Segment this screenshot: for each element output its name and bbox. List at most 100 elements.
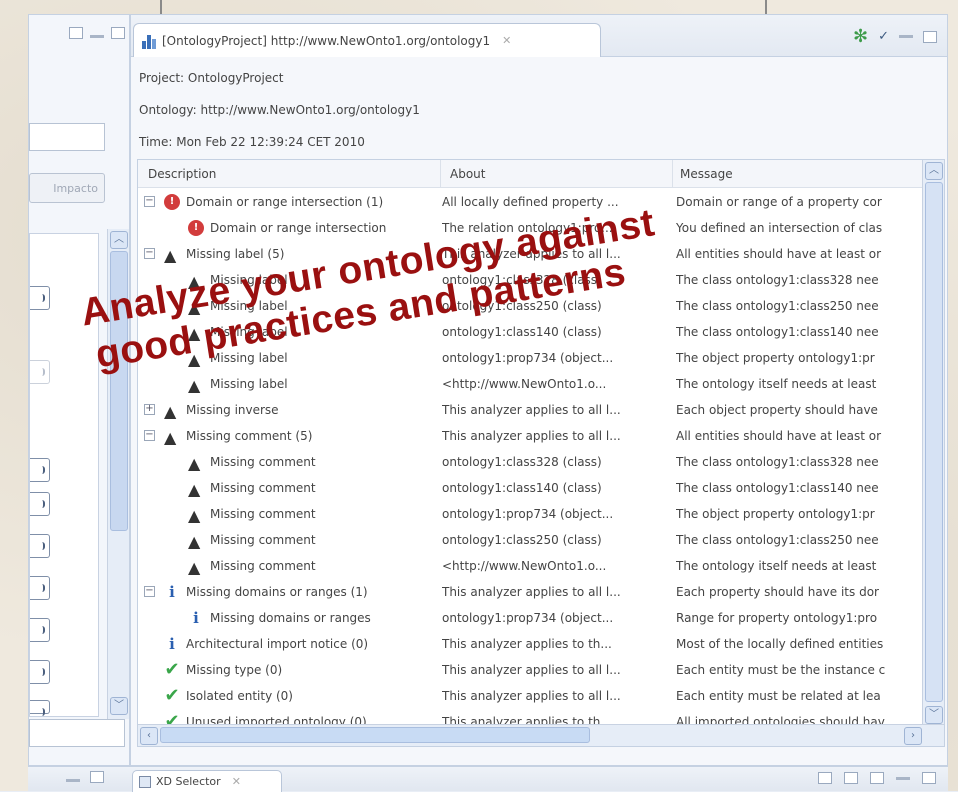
- gear-icon[interactable]: ✻: [853, 27, 868, 45]
- table-row[interactable]: − ▲ Missing comment (5) This analyzer appli…: [138, 424, 923, 450]
- row-description: Missing comment (5): [186, 429, 313, 443]
- table-row[interactable]: − i Missing domains or ranges (1) This anal…: [138, 580, 923, 606]
- maximize-icon[interactable]: [111, 27, 125, 39]
- left-panel: Impacto ︿ ﹀: [28, 14, 130, 766]
- check-icon: ✔: [164, 659, 180, 680]
- scroll-thumb[interactable]: [925, 182, 943, 702]
- sort-icon[interactable]: [870, 772, 884, 784]
- warning-icon: ▲: [164, 428, 177, 447]
- collapse-icon[interactable]: −: [144, 430, 155, 441]
- combo-icon[interactable]: [30, 360, 50, 384]
- combo-icon[interactable]: [30, 700, 50, 716]
- column-header-message[interactable]: Message: [680, 167, 733, 181]
- expand-icon[interactable]: +: [144, 404, 155, 415]
- row-description: Domain or range intersection: [210, 221, 387, 235]
- close-icon[interactable]: ✕: [232, 775, 241, 788]
- column-header-description[interactable]: Description: [148, 167, 216, 181]
- combo-icon[interactable]: [30, 618, 50, 642]
- row-about: ontology1:class250 (class): [442, 533, 602, 547]
- row-about: ontology1:prop734 (object...: [442, 507, 614, 521]
- minimize-icon[interactable]: [896, 777, 910, 780]
- editor-tab-title: [OntologyProject] http://www.NewOnto1.or…: [162, 33, 491, 48]
- row-message: The class ontology1:class250 nee: [676, 299, 879, 313]
- table-row[interactable]: i Architectural import notice (0) This ana…: [138, 632, 923, 658]
- xd-selector-icon: [139, 775, 151, 788]
- maximize-icon[interactable]: [923, 30, 937, 43]
- row-message: Each entity must be the instance c: [676, 663, 886, 677]
- table-row[interactable]: ▲ Missing comment ontology1:class328 (clas…: [138, 450, 923, 476]
- collapse-icon[interactable]: −: [144, 586, 155, 597]
- table-row[interactable]: ▲ Missing comment ontology1:prop734 (objec…: [138, 502, 923, 528]
- row-about: ontology1:class140 (class): [442, 325, 602, 339]
- scroll-up-icon[interactable]: ︿: [110, 231, 128, 249]
- validate-icon[interactable]: ✓: [878, 29, 889, 44]
- warning-icon: ▲: [188, 376, 201, 395]
- row-description: Missing domains or ranges (1): [186, 585, 368, 599]
- row-description: Missing domains or ranges: [210, 611, 371, 625]
- row-description: Isolated entity (0): [186, 689, 293, 703]
- maximize-icon[interactable]: [922, 772, 936, 784]
- combo-icon[interactable]: [30, 492, 50, 516]
- scroll-left-icon[interactable]: ‹: [140, 727, 158, 745]
- combo-icon[interactable]: [30, 660, 50, 684]
- minimize-icon[interactable]: [899, 35, 913, 38]
- filter-icon[interactable]: [844, 772, 858, 784]
- row-about: This analyzer applies to all l...: [442, 585, 621, 599]
- row-description: Missing type (0): [186, 663, 283, 677]
- table-horizontal-scrollbar[interactable]: ‹ ›: [138, 724, 944, 746]
- combo-icon[interactable]: [30, 576, 50, 600]
- row-message: All entities should have at least or: [676, 429, 882, 443]
- scroll-down-icon[interactable]: ﹀: [110, 697, 128, 715]
- row-description: Missing comment: [210, 455, 316, 469]
- chart-icon: [142, 33, 158, 49]
- combo-icon[interactable]: [30, 458, 50, 482]
- row-message: Most of the locally defined entities: [676, 637, 884, 651]
- left-panel-toolbar: [69, 27, 125, 39]
- warning-icon: ▲: [164, 402, 177, 421]
- scroll-up-icon[interactable]: ︿: [925, 162, 943, 180]
- error-icon: !: [188, 220, 204, 236]
- combo-icon[interactable]: [30, 286, 50, 310]
- maximize-icon[interactable]: [90, 771, 104, 783]
- editor-tab[interactable]: [OntologyProject] http://www.NewOnto1.or…: [133, 23, 601, 57]
- table-row[interactable]: i Missing domains or ranges ontology1:prop…: [138, 606, 923, 632]
- table-vertical-scrollbar[interactable]: ︿ ﹀: [922, 160, 944, 726]
- minimize-icon[interactable]: [90, 34, 104, 38]
- left-text-field[interactable]: [29, 123, 105, 151]
- table-row[interactable]: ✔ Isolated entity (0) This analyzer applie…: [138, 684, 923, 710]
- row-message: The class ontology1:class140 nee: [676, 325, 879, 339]
- bottom-view-bar: XD Selector ✕: [28, 766, 948, 792]
- row-description: Missing comment: [210, 481, 316, 495]
- table-row[interactable]: ▲ Missing comment <http://www.NewOnto1.o..…: [138, 554, 923, 580]
- close-icon[interactable]: ✕: [502, 34, 511, 47]
- xd-selector-tab[interactable]: XD Selector ✕: [132, 770, 282, 792]
- table-row[interactable]: ▲ Missing label <http://www.NewOnto1.o... T…: [138, 372, 923, 398]
- ontology-analysis-view: [OntologyProject] http://www.NewOnto1.or…: [130, 14, 948, 766]
- combo-icon[interactable]: [30, 534, 50, 558]
- table-row[interactable]: ✔ Missing type (0) This analyzer applies t…: [138, 658, 923, 684]
- row-message: Each entity must be related at lea: [676, 689, 881, 703]
- scroll-down-icon[interactable]: ﹀: [925, 706, 943, 724]
- column-header-about[interactable]: About: [450, 167, 485, 181]
- row-about: This analyzer applies to all l...: [442, 403, 621, 417]
- warning-icon: ▲: [188, 532, 201, 551]
- table-row[interactable]: + ▲ Missing inverse This analyzer applies t…: [138, 398, 923, 424]
- row-about: ontology1:prop734 (object...: [442, 351, 614, 365]
- scroll-thumb[interactable]: [160, 727, 590, 743]
- collapse-icon[interactable]: −: [144, 196, 155, 207]
- row-about: ontology1:class140 (class): [442, 481, 602, 495]
- edit-icon[interactable]: [69, 27, 83, 39]
- scroll-right-icon[interactable]: ›: [904, 727, 922, 745]
- view-icon[interactable]: [818, 772, 832, 784]
- table-row[interactable]: ▲ Missing comment ontology1:class140 (clas…: [138, 476, 923, 502]
- table-row[interactable]: ▲ Missing comment ontology1:class250 (clas…: [138, 528, 923, 554]
- row-message: The ontology itself needs at least: [676, 559, 877, 573]
- bottom-toolbar: [818, 772, 936, 784]
- left-panel-button[interactable]: Impacto: [29, 173, 105, 203]
- row-message: The class ontology1:class140 nee: [676, 481, 879, 495]
- row-description: Missing comment: [210, 559, 316, 573]
- check-icon: ✔: [164, 685, 180, 706]
- collapse-icon[interactable]: −: [144, 248, 155, 259]
- minimize-icon[interactable]: [66, 779, 80, 782]
- warning-icon: ▲: [164, 246, 177, 265]
